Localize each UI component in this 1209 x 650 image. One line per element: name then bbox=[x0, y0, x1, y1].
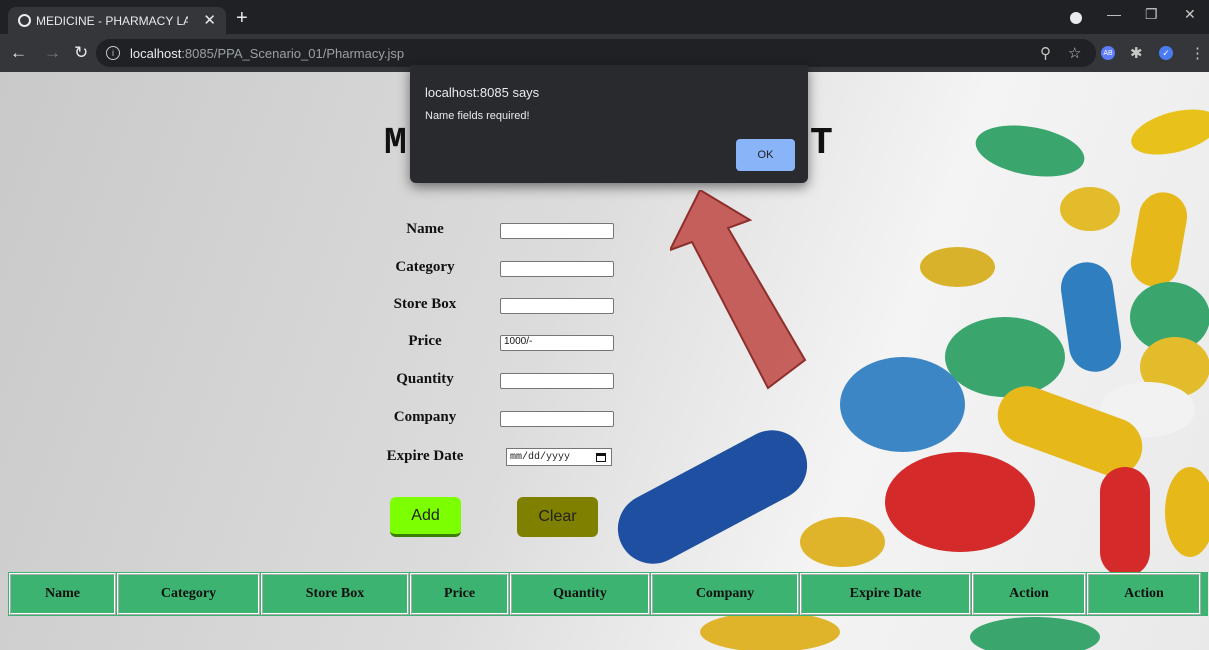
column-header-quantity: Quantity bbox=[510, 573, 650, 615]
name-input[interactable] bbox=[500, 223, 614, 239]
pill-decoration bbox=[840, 357, 965, 452]
category-input[interactable] bbox=[500, 261, 614, 277]
menu-icon[interactable]: ⋮ bbox=[1190, 44, 1205, 62]
tab-title: MEDICINE - PHARMACY LANKA bbox=[36, 13, 188, 28]
profile-icon[interactable] bbox=[1070, 12, 1082, 24]
forward-icon[interactable]: → bbox=[44, 43, 61, 63]
pill-decoration bbox=[1060, 187, 1120, 231]
pill-decoration bbox=[920, 247, 995, 287]
price-label: Price bbox=[408, 333, 442, 349]
company-label: Company bbox=[393, 409, 457, 425]
clear-button[interactable]: Clear bbox=[517, 497, 598, 537]
column-header-action-2: Action bbox=[1087, 573, 1201, 615]
browser-tab[interactable]: MEDICINE - PHARMACY LANKA ✕ bbox=[8, 7, 226, 34]
pill-decoration bbox=[605, 417, 820, 577]
ok-button[interactable]: OK bbox=[736, 139, 795, 171]
adblock-extension-icon[interactable]: AB bbox=[1101, 46, 1115, 60]
column-header-name: Name bbox=[9, 573, 116, 615]
pill-decoration bbox=[1165, 467, 1209, 557]
pill-decoration bbox=[945, 317, 1065, 397]
url-path: :8085/PPA_Scenario_01/Pharmacy.jsp bbox=[181, 45, 405, 61]
annotation-arrow-icon bbox=[670, 190, 807, 390]
restore-icon[interactable]: ❐ bbox=[1145, 6, 1158, 23]
alert-dialog: localhost:8085 says Name fields required… bbox=[410, 65, 808, 183]
pill-decoration bbox=[800, 517, 885, 567]
address-bar[interactable]: i localhost :8085/PPA_Scenario_01/Pharma… bbox=[96, 39, 1096, 67]
zoom-icon[interactable]: ⚲ bbox=[1040, 44, 1051, 62]
form-row-category: Category bbox=[380, 257, 680, 281]
column-header-expire-date: Expire Date bbox=[800, 573, 971, 615]
info-icon[interactable]: i bbox=[106, 46, 120, 60]
pill-decoration bbox=[1126, 101, 1209, 163]
company-input[interactable] bbox=[500, 411, 614, 427]
pill-decoration bbox=[1100, 467, 1150, 577]
page-title: M bbox=[384, 122, 409, 165]
globe-icon bbox=[18, 14, 31, 27]
pill-decoration bbox=[971, 117, 1089, 185]
check-extension-icon[interactable]: ✓ bbox=[1159, 46, 1173, 60]
quantity-input[interactable] bbox=[500, 373, 614, 389]
column-header-category: Category bbox=[117, 573, 260, 615]
page-title-end: T bbox=[810, 122, 833, 165]
date-placeholder: mm/dd/yyyy bbox=[510, 451, 571, 463]
pill-decoration bbox=[885, 452, 1035, 552]
name-label: Name bbox=[406, 221, 444, 237]
reload-icon[interactable]: ↻ bbox=[74, 43, 88, 63]
quantity-label: Quantity bbox=[396, 371, 454, 387]
price-input[interactable]: 1000/- bbox=[500, 335, 614, 351]
browser-titlebar: MEDICINE - PHARMACY LANKA ✕ + — ❐ ✕ bbox=[0, 0, 1209, 34]
tab-close-icon[interactable]: ✕ bbox=[203, 11, 216, 29]
extensions-puzzle-icon[interactable]: ✱ bbox=[1130, 44, 1143, 62]
back-icon[interactable]: ← bbox=[10, 43, 27, 63]
form-row-expire-date: Expire Date mm/dd/yyyy bbox=[380, 446, 680, 470]
url-host: localhost bbox=[130, 45, 182, 61]
category-label: Category bbox=[395, 259, 455, 275]
minimize-icon[interactable]: — bbox=[1107, 6, 1121, 22]
form-row-store-box: Store Box bbox=[380, 294, 680, 318]
column-header-price: Price bbox=[410, 573, 509, 615]
dialog-title: localhost:8085 says bbox=[425, 85, 540, 100]
calendar-icon[interactable] bbox=[596, 453, 606, 462]
medicine-table-header: Name Category Store Box Price Quantity C… bbox=[8, 572, 1208, 616]
column-header-action: Action bbox=[972, 573, 1086, 615]
pill-decoration bbox=[700, 612, 840, 650]
form-row-quantity: Quantity bbox=[380, 369, 680, 393]
form-row-company: Company bbox=[380, 407, 680, 431]
new-tab-icon[interactable]: + bbox=[236, 7, 248, 30]
store-box-label: Store Box bbox=[393, 296, 457, 312]
bookmark-star-icon[interactable]: ☆ bbox=[1068, 44, 1081, 62]
expire-date-label: Expire Date bbox=[386, 448, 464, 464]
close-window-icon[interactable]: ✕ bbox=[1184, 6, 1196, 23]
pill-decoration bbox=[970, 617, 1100, 650]
form-row-name: Name bbox=[380, 219, 680, 243]
dialog-message: Name fields required! bbox=[425, 110, 530, 122]
add-button[interactable]: Add bbox=[390, 497, 461, 537]
pill-decoration bbox=[1057, 258, 1125, 376]
expire-date-input[interactable]: mm/dd/yyyy bbox=[506, 448, 612, 466]
column-header-store-box: Store Box bbox=[261, 573, 409, 615]
form-row-price: Price 1000/- bbox=[380, 331, 680, 355]
store-box-input[interactable] bbox=[500, 298, 614, 314]
pill-decoration bbox=[1127, 188, 1191, 291]
column-header-company: Company bbox=[651, 573, 799, 615]
